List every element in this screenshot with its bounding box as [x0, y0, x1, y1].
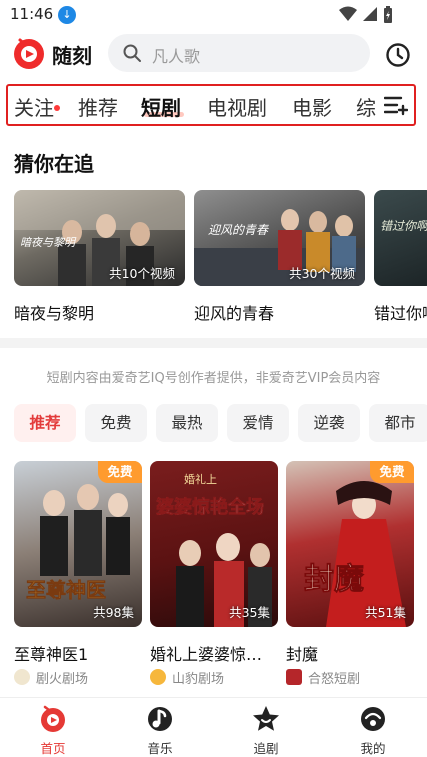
- battery-icon: [384, 6, 392, 23]
- drama-title[interactable]: 婚礼上婆婆惊…: [150, 641, 262, 665]
- channel-edit-icon[interactable]: [384, 96, 408, 116]
- top-bar: 随刻 凡人歌: [0, 30, 427, 78]
- episode-count: 共98集: [93, 605, 134, 620]
- svg-text:暗夜与黎明: 暗夜与黎明: [20, 236, 77, 249]
- tab-recommend[interactable]: 推荐: [78, 92, 118, 121]
- free-badge: 免费: [98, 461, 142, 483]
- status-bar: 11:46 ↓: [0, 0, 427, 30]
- poster-art: 错过你啊: [380, 219, 427, 233]
- video-count: 共10个视频: [109, 266, 175, 281]
- status-icons: [339, 6, 393, 24]
- drama-card[interactable]: 封魔 免费 共51集: [286, 461, 414, 627]
- nav-label: 我的: [360, 741, 386, 756]
- chip-urban[interactable]: 都市: [369, 404, 427, 442]
- download-icon: ↓: [58, 6, 76, 24]
- tab-variety[interactable]: 综: [356, 92, 376, 121]
- episode-count: 共51集: [365, 605, 406, 620]
- history-icon[interactable]: [385, 42, 411, 68]
- nav-label: 音乐: [147, 741, 173, 756]
- search-icon: [123, 44, 141, 62]
- source-logo-icon: [14, 669, 30, 685]
- section-title-continue-watching: 猜你在追: [14, 152, 94, 176]
- channel-tab-bar: 关注 推荐 短剧 电视剧 电影 综: [6, 84, 416, 126]
- svg-text:封魔: 封魔: [304, 562, 364, 597]
- notification-dot: [54, 105, 60, 111]
- free-badge: 免费: [370, 461, 414, 483]
- drama-title[interactable]: 封魔: [286, 641, 318, 665]
- poster-card[interactable]: 暗夜与黎明 共10个视频: [14, 190, 185, 286]
- svg-text:错过你啊: 错过你啊: [380, 219, 427, 233]
- section-divider: [0, 338, 427, 348]
- search-placeholder: 凡人歌: [152, 47, 201, 66]
- profile-icon: [361, 707, 385, 731]
- poster-card[interactable]: 迎风的青春 共30个视频: [194, 190, 365, 286]
- app-name: 随刻: [52, 44, 92, 68]
- source-logo-icon: [150, 669, 166, 685]
- svg-text:婆婆惊艳全场: 婆婆惊艳全场: [156, 496, 264, 518]
- episode-count: 共35集: [229, 605, 270, 620]
- chip-recommend[interactable]: 推荐: [14, 404, 76, 442]
- search-input[interactable]: 凡人歌: [108, 34, 370, 72]
- svg-text:至尊神医: 至尊神医: [26, 578, 106, 602]
- wifi-icon: [339, 6, 357, 21]
- signal-icon: [363, 7, 377, 21]
- app-logo-icon[interactable]: [12, 36, 46, 70]
- drama-source[interactable]: 山豹剧场: [172, 668, 224, 687]
- tab-tv-series[interactable]: 电视剧: [207, 92, 267, 121]
- drama-title[interactable]: 至尊神医1: [14, 641, 88, 665]
- chip-comeback[interactable]: 逆袭: [298, 404, 360, 442]
- status-time: 11:46: [10, 5, 54, 23]
- drama-source[interactable]: 剧火剧场: [36, 668, 88, 687]
- chip-romance[interactable]: 爱情: [227, 404, 289, 442]
- poster-title[interactable]: 暗夜与黎明: [14, 300, 94, 324]
- drama-card[interactable]: 至尊神医 免费 共98集: [14, 461, 142, 627]
- tab-movie[interactable]: 电影: [292, 92, 332, 121]
- music-icon: [148, 707, 172, 731]
- home-icon: [41, 705, 65, 732]
- nav-label: 首页: [40, 741, 66, 756]
- poster-title[interactable]: 错过你啊: [374, 300, 427, 324]
- poster-card[interactable]: 错过你啊: [374, 190, 427, 286]
- drama-source[interactable]: 合怒短剧: [308, 668, 360, 687]
- poster-title[interactable]: 迎风的青春: [194, 300, 274, 324]
- star-icon: [253, 706, 279, 731]
- svg-text:婚礼上: 婚礼上: [184, 472, 217, 486]
- drama-card[interactable]: 婚礼上 婆婆惊艳全场 共35集: [150, 461, 278, 627]
- chip-hottest[interactable]: 最热: [156, 404, 218, 442]
- bottom-nav: 首页 音乐 追剧 我的: [0, 697, 427, 756]
- source-logo-icon: [286, 669, 302, 685]
- tab-short-drama[interactable]: 短剧: [141, 92, 181, 121]
- nav-label: 追剧: [253, 741, 279, 756]
- tab-follow[interactable]: 关注: [14, 92, 54, 121]
- content-notice: 短剧内容由爱奇艺IQ号创作者提供，非爱奇艺VIP会员内容: [46, 371, 381, 386]
- video-count: 共30个视频: [289, 266, 355, 281]
- svg-text:迎风的青春: 迎风的青春: [208, 223, 269, 237]
- chip-free[interactable]: 免费: [85, 404, 147, 442]
